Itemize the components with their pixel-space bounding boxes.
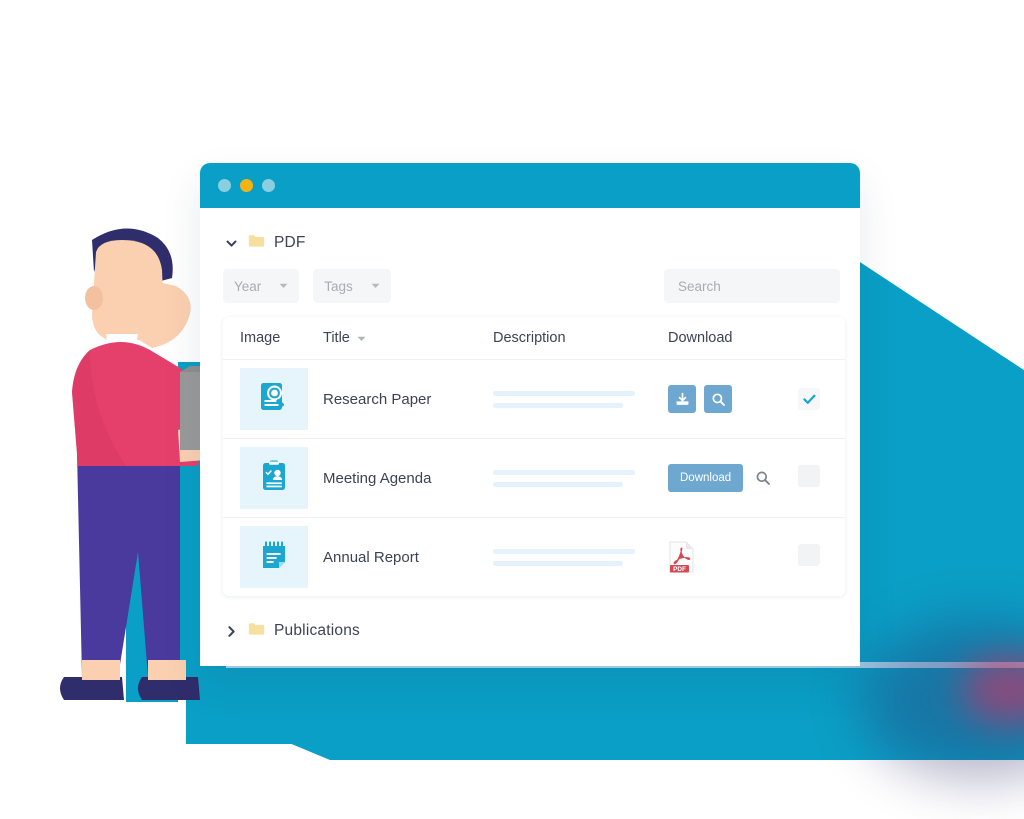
ear — [85, 286, 103, 310]
window-content: PDF Year Tags Search Image Title Descrip… — [200, 208, 860, 666]
download-button[interactable]: Download — [668, 464, 744, 492]
folder-row-pdf[interactable]: PDF — [223, 230, 840, 256]
column-header-title[interactable]: Title — [323, 330, 493, 346]
table-row[interactable]: Research Paper — [223, 360, 845, 439]
window-dot-3[interactable] — [262, 179, 275, 192]
row-thumbnail — [240, 368, 308, 430]
pdf-file-icon[interactable]: PDF — [668, 541, 696, 573]
filter-bar: Year Tags — [223, 269, 840, 303]
row-checkbox-unchecked[interactable] — [798, 464, 820, 487]
column-header-description: Description — [493, 330, 566, 346]
download-button[interactable] — [668, 385, 696, 413]
chevron-down-icon[interactable] — [223, 235, 239, 251]
row-download-actions — [668, 385, 798, 413]
row-description — [493, 390, 668, 408]
caret-down-icon — [353, 283, 380, 289]
document-magnifier-icon — [257, 380, 291, 419]
row-title: Annual Report — [323, 548, 419, 566]
pdf-badge-label: PDF — [673, 566, 686, 573]
row-select-cell — [798, 388, 845, 410]
preview-search-button[interactable] — [755, 470, 771, 486]
shoe-right — [138, 677, 200, 700]
row-checkbox-checked[interactable] — [798, 388, 820, 410]
row-title: Meeting Agenda — [323, 469, 432, 487]
column-header-image: Image — [240, 330, 281, 346]
row-description — [493, 469, 668, 487]
window-title-bar — [200, 163, 860, 208]
table-row[interactable]: Meeting Agenda Download — [223, 439, 845, 518]
description-placeholder-line — [493, 402, 623, 408]
table-row[interactable]: Annual Report PDF — [223, 518, 845, 596]
sort-caret-down-icon[interactable] — [357, 330, 366, 346]
row-select-cell — [798, 464, 845, 492]
browser-window: PDF Year Tags Search Image Title Descrip… — [200, 163, 860, 666]
documents-table: Image Title Description Download Researc… — [223, 317, 845, 596]
row-description — [493, 548, 668, 566]
description-placeholder-line — [493, 548, 635, 554]
shoe-left — [60, 677, 124, 700]
description-placeholder-line — [493, 390, 635, 396]
caret-down-icon — [261, 283, 288, 289]
search-field[interactable] — [664, 269, 840, 303]
description-placeholder-line — [493, 560, 623, 566]
row-select-cell — [798, 543, 845, 571]
row-thumbnail — [240, 526, 308, 588]
year-select-label: Year — [234, 278, 262, 294]
row-thumbnail — [240, 447, 308, 509]
search-input[interactable] — [678, 278, 826, 294]
ankle-left — [82, 660, 120, 680]
row-download-actions: Download — [668, 464, 798, 492]
row-title: Research Paper — [323, 390, 432, 408]
row-download-actions: PDF — [668, 541, 798, 573]
description-placeholder-line — [493, 481, 623, 487]
head — [92, 240, 164, 340]
folder-row-publications[interactable]: Publications — [223, 618, 840, 644]
column-header-title-label: Title — [323, 330, 350, 346]
chevron-right-icon[interactable] — [223, 623, 239, 639]
folder-label-pdf: PDF — [274, 234, 306, 251]
tags-select[interactable]: Tags — [313, 269, 391, 303]
ankle-right — [148, 660, 186, 680]
year-select[interactable]: Year — [223, 269, 300, 303]
tags-select-label: Tags — [324, 278, 353, 294]
folder-icon — [248, 622, 265, 641]
folder-icon — [248, 234, 265, 253]
window-dot-2[interactable] — [240, 179, 253, 192]
preview-search-button[interactable] — [704, 385, 732, 413]
column-header-download: Download — [668, 330, 733, 346]
window-dot-1[interactable] — [218, 179, 231, 192]
description-placeholder-line — [493, 469, 635, 475]
row-checkbox-unchecked[interactable] — [798, 543, 820, 566]
table-header-row: Image Title Description Download — [223, 317, 845, 360]
notepad-icon — [257, 538, 291, 577]
clipboard-person-icon — [257, 459, 291, 498]
folder-label-publications: Publications — [274, 622, 360, 639]
